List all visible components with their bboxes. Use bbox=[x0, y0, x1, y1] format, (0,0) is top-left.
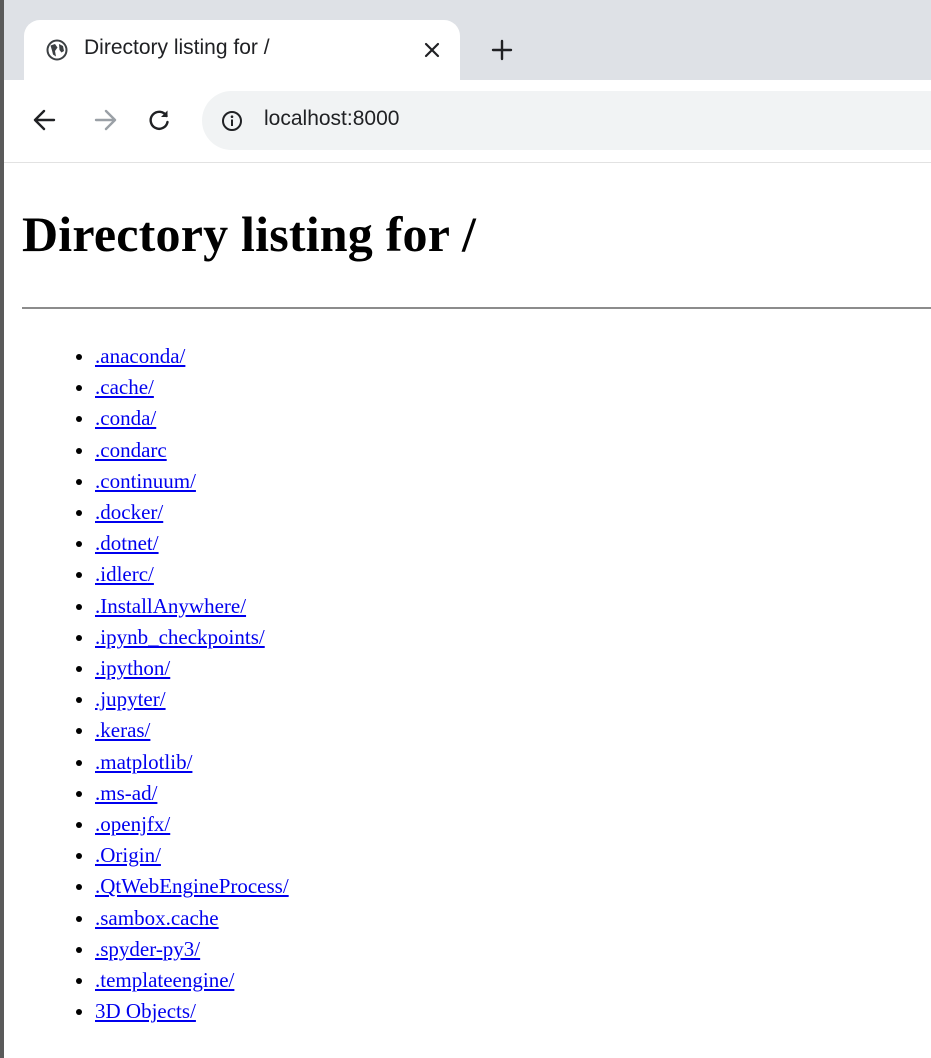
directory-entry-link[interactable]: .keras/ bbox=[95, 718, 150, 742]
list-item: .docker/ bbox=[95, 497, 289, 528]
list-item: .idlerc/ bbox=[95, 559, 289, 590]
browser-toolbar: localhost:8000 bbox=[4, 80, 931, 163]
directory-entry-link[interactable]: .InstallAnywhere/ bbox=[95, 594, 246, 618]
directory-entry-link[interactable]: .docker/ bbox=[95, 500, 163, 524]
directory-entry-link[interactable]: .continuum/ bbox=[95, 469, 196, 493]
arrow-right-icon[interactable] bbox=[92, 107, 118, 133]
directory-entry-link[interactable]: .openjfx/ bbox=[95, 812, 170, 836]
close-icon[interactable] bbox=[420, 38, 444, 62]
directory-entry-link[interactable]: .anaconda/ bbox=[95, 344, 185, 368]
directory-entry-link[interactable]: .templateengine/ bbox=[95, 968, 234, 992]
directory-entry-link[interactable]: .idlerc/ bbox=[95, 562, 154, 586]
list-item: .anaconda/ bbox=[95, 341, 289, 372]
tab-strip: Directory listing for / bbox=[4, 0, 931, 80]
directory-entry-link[interactable]: .conda/ bbox=[95, 406, 156, 430]
list-item: .templateengine/ bbox=[95, 965, 289, 996]
list-item: .ipynb_checkpoints/ bbox=[95, 622, 289, 653]
directory-entry-link[interactable]: .ipython/ bbox=[95, 656, 170, 680]
address-bar[interactable]: localhost:8000 bbox=[202, 91, 931, 150]
directory-entry-link[interactable]: .sambox.cache bbox=[95, 906, 219, 930]
list-item: .QtWebEngineProcess/ bbox=[95, 871, 289, 902]
list-item: .matplotlib/ bbox=[95, 747, 289, 778]
directory-entry-link[interactable]: .cache/ bbox=[95, 375, 154, 399]
list-item: .continuum/ bbox=[95, 466, 289, 497]
browser-tab[interactable]: Directory listing for / bbox=[24, 20, 460, 80]
directory-entry-link[interactable]: 3D Objects/ bbox=[95, 999, 196, 1023]
arrow-left-icon[interactable] bbox=[32, 107, 58, 133]
list-item: .Origin/ bbox=[95, 840, 289, 871]
directory-list: .anaconda/ .cache/ .conda/ .condarc .continu… bbox=[22, 341, 289, 1027]
directory-entry-link[interactable]: .dotnet/ bbox=[95, 531, 159, 555]
tab-title: Directory listing for / bbox=[84, 36, 270, 59]
directory-entry-link[interactable]: .matplotlib/ bbox=[95, 750, 192, 774]
reload-icon[interactable] bbox=[146, 107, 172, 133]
divider bbox=[22, 307, 931, 309]
directory-entry-link[interactable]: .condarc bbox=[95, 438, 167, 462]
directory-entry-link[interactable]: .spyder-py3/ bbox=[95, 937, 200, 961]
directory-entry-link[interactable]: .ms-ad/ bbox=[95, 781, 157, 805]
list-item: .InstallAnywhere/ bbox=[95, 591, 289, 622]
directory-entry-link[interactable]: .Origin/ bbox=[95, 843, 161, 867]
globe-icon bbox=[46, 39, 68, 61]
address-url[interactable]: localhost:8000 bbox=[264, 107, 399, 131]
list-item: .conda/ bbox=[95, 403, 289, 434]
list-item: .dotnet/ bbox=[95, 528, 289, 559]
list-item: .ms-ad/ bbox=[95, 778, 289, 809]
list-item: .condarc bbox=[95, 435, 289, 466]
list-item: .keras/ bbox=[95, 715, 289, 746]
page-title: Directory listing for / bbox=[22, 206, 477, 262]
list-item: .jupyter/ bbox=[95, 684, 289, 715]
list-item: .ipython/ bbox=[95, 653, 289, 684]
directory-entry-link[interactable]: .QtWebEngineProcess/ bbox=[95, 874, 289, 898]
list-item: 3D Objects/ bbox=[95, 996, 289, 1027]
list-item: .openjfx/ bbox=[95, 809, 289, 840]
list-item: .cache/ bbox=[95, 372, 289, 403]
list-item: .spyder-py3/ bbox=[95, 934, 289, 965]
directory-entry-link[interactable]: .ipynb_checkpoints/ bbox=[95, 625, 265, 649]
list-item: .sambox.cache bbox=[95, 903, 289, 934]
info-icon[interactable] bbox=[221, 110, 243, 132]
directory-entry-link[interactable]: .jupyter/ bbox=[95, 687, 166, 711]
plus-icon[interactable] bbox=[490, 38, 514, 62]
